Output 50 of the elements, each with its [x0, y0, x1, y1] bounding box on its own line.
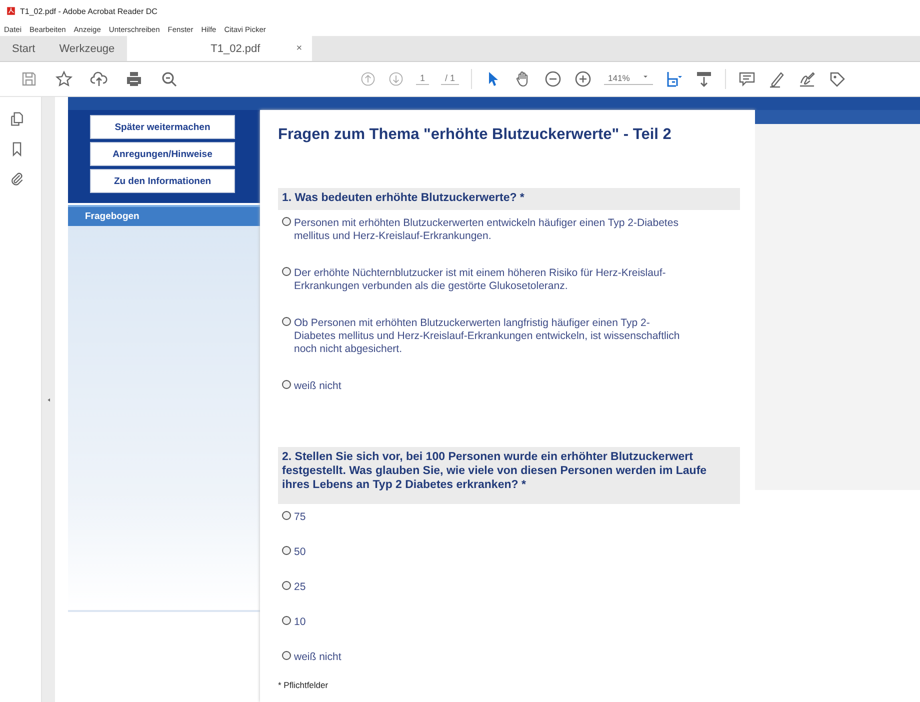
- pen-icon[interactable]: [768, 70, 786, 88]
- sign-icon[interactable]: [798, 70, 816, 88]
- radio-button[interactable]: [282, 616, 291, 625]
- pages-icon[interactable]: [8, 111, 24, 127]
- radio-button[interactable]: [282, 511, 291, 520]
- save-icon[interactable]: [20, 70, 38, 88]
- option-label: Ob Personen mit erhöhten Blutzuckerwerten langfristig häufiger einen Typ 2-Diabetes mellitus und Herz-Kreislauf-Erkrankungen entwickeln, ist wissenschaftlich noch nicht abgesichert.: [294, 317, 681, 356]
- option-label: Der erhöhte Nüchternblutzucker ist mit einem höheren Risiko für Herz-Kreislauf-Erkrankungen verbunden als die gestörte Glukosetoleranz.: [294, 267, 667, 293]
- option-label: 75: [294, 511, 306, 524]
- collapse-arrow-icon[interactable]: [46, 396, 52, 402]
- nav-button[interactable]: Zu den Informationen: [90, 169, 235, 193]
- radio-button[interactable]: [282, 380, 291, 389]
- option-label: 10: [294, 616, 306, 629]
- nav-button[interactable]: Später weitermachen: [90, 115, 235, 139]
- radio-button[interactable]: [282, 651, 291, 660]
- close-icon[interactable]: ×: [296, 43, 302, 54]
- page-number-field[interactable]: 1: [416, 73, 430, 85]
- print-icon[interactable]: [125, 70, 143, 88]
- caret-icon: [642, 73, 649, 80]
- pdf-icon: [6, 6, 16, 16]
- zoom-field[interactable]: 141%: [604, 73, 653, 85]
- question-heading: 2. Stellen Sie sich vor, bei 100 Personen wurde ein erhöhter Blutzuckerwert festgestellt. Was glauben Sie, wie viele von diesen Personen werden im Laufe ihres Lebens an Typ 2 Diabetes erkranken? *: [278, 447, 740, 504]
- option-label: 50: [294, 546, 306, 559]
- cloud-upload-icon[interactable]: [90, 70, 108, 88]
- option-label: Personen mit erhöhten Blutzuckerwerten entwickeln häufiger einen Typ 2-Diabetes mellitus und Herz-Kreislauf-Erkrankungen.: [294, 217, 680, 243]
- zoom-in-icon[interactable]: [574, 70, 592, 88]
- radio-button[interactable]: [282, 267, 291, 276]
- option-label: 25: [294, 581, 306, 594]
- footnote: * Pflichtfelder: [278, 680, 330, 690]
- comment-icon[interactable]: [738, 70, 756, 88]
- scroll-icon[interactable]: [694, 70, 713, 88]
- fit-page-icon[interactable]: [664, 70, 683, 88]
- page-title: Fragen zum Thema "erhöhte Blutzuckerwerte" - Teil 2: [278, 126, 672, 144]
- radio-button[interactable]: [282, 546, 291, 555]
- tag-icon[interactable]: [828, 70, 846, 88]
- search-icon[interactable]: [160, 70, 178, 88]
- option-label: weiß nicht: [294, 651, 342, 664]
- radio-button[interactable]: [282, 217, 291, 226]
- radio-button[interactable]: [282, 581, 291, 590]
- radio-button[interactable]: [282, 317, 291, 326]
- option-label: weiß nicht: [294, 380, 342, 393]
- window-title: T1_02.pdf - Adobe Acrobat Reader DC: [20, 6, 158, 16]
- paperclip-icon[interactable]: [8, 171, 24, 187]
- zoom-out-icon[interactable]: [544, 70, 562, 88]
- tab[interactable]: T1_02.pdf ×: [126, 36, 312, 61]
- section-tab[interactable]: Fragebogen: [68, 205, 260, 226]
- nav-button[interactable]: Anregungen/Hinweise: [90, 142, 235, 166]
- star-icon[interactable]: [55, 70, 73, 88]
- page-count: / 1: [441, 73, 460, 85]
- question-heading: 1. Was bedeuten erhöhte Blutzuckerwerte? *: [278, 188, 740, 210]
